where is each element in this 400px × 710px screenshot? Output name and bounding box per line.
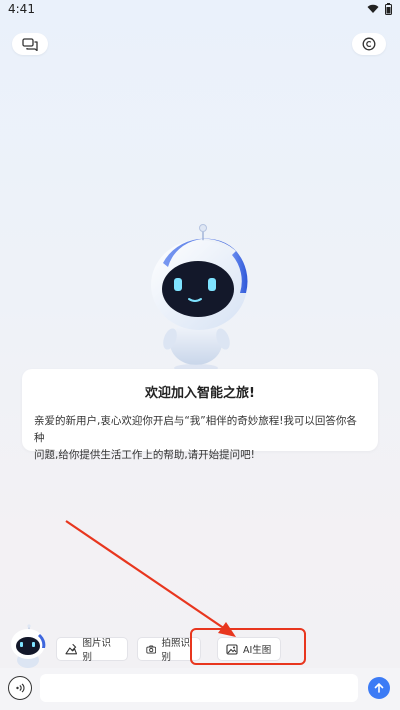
welcome-card: 欢迎加入智能之旅! 亲爱的新用户,衷心欢迎你开启与“我”相伴的奇妙旅程!我可以回… [22,369,378,461]
image-icon [226,643,238,655]
welcome-title: 欢迎加入智能之旅! [145,386,255,401]
voice-input-button[interactable] [8,676,32,700]
assistant-avatar[interactable] [8,624,48,668]
send-button[interactable] [368,677,390,699]
message-input[interactable] [40,674,358,702]
voice-wave-icon [16,683,25,693]
settings-button[interactable] [352,33,386,55]
robot-mascot-illustration [151,224,248,372]
status-time: 4:41 [8,2,35,16]
status-bar: 4:41 [0,0,400,18]
wifi-icon [367,4,379,13]
photo-recognition-label: 拍照识别 [161,638,190,663]
image-edit-icon [65,643,78,655]
ai-image-generation-chip[interactable]: AI生图 [217,637,281,661]
photo-recognition-chip[interactable]: 拍照识别 [137,637,201,663]
camera-icon [146,644,157,654]
arrow-up-icon [374,683,384,693]
image-recognition-chip[interactable]: 图片识别 [56,637,128,663]
welcome-message: 亲爱的新用户,衷心欢迎你开启与“我”相伴的奇妙旅程!我可以回答你各种 问题,给你… [34,413,366,464]
chat-bubbles-icon [22,37,38,51]
battery-icon [385,3,392,15]
welcome-message-line-1: 亲爱的新用户,衷心欢迎你开启与“我”相伴的奇妙旅程!我可以回答你各种 [34,415,357,444]
image-recognition-label: 图片识别 [82,638,111,663]
input-bar [0,668,400,710]
ai-image-generation-label: AI生图 [243,645,272,656]
status-icons [367,3,392,15]
welcome-message-line-2: 问题,给你提供生活工作上的帮助,请开始提问吧! [34,449,255,461]
chat-history-button[interactable] [12,33,48,55]
circle-c-icon [362,37,376,51]
